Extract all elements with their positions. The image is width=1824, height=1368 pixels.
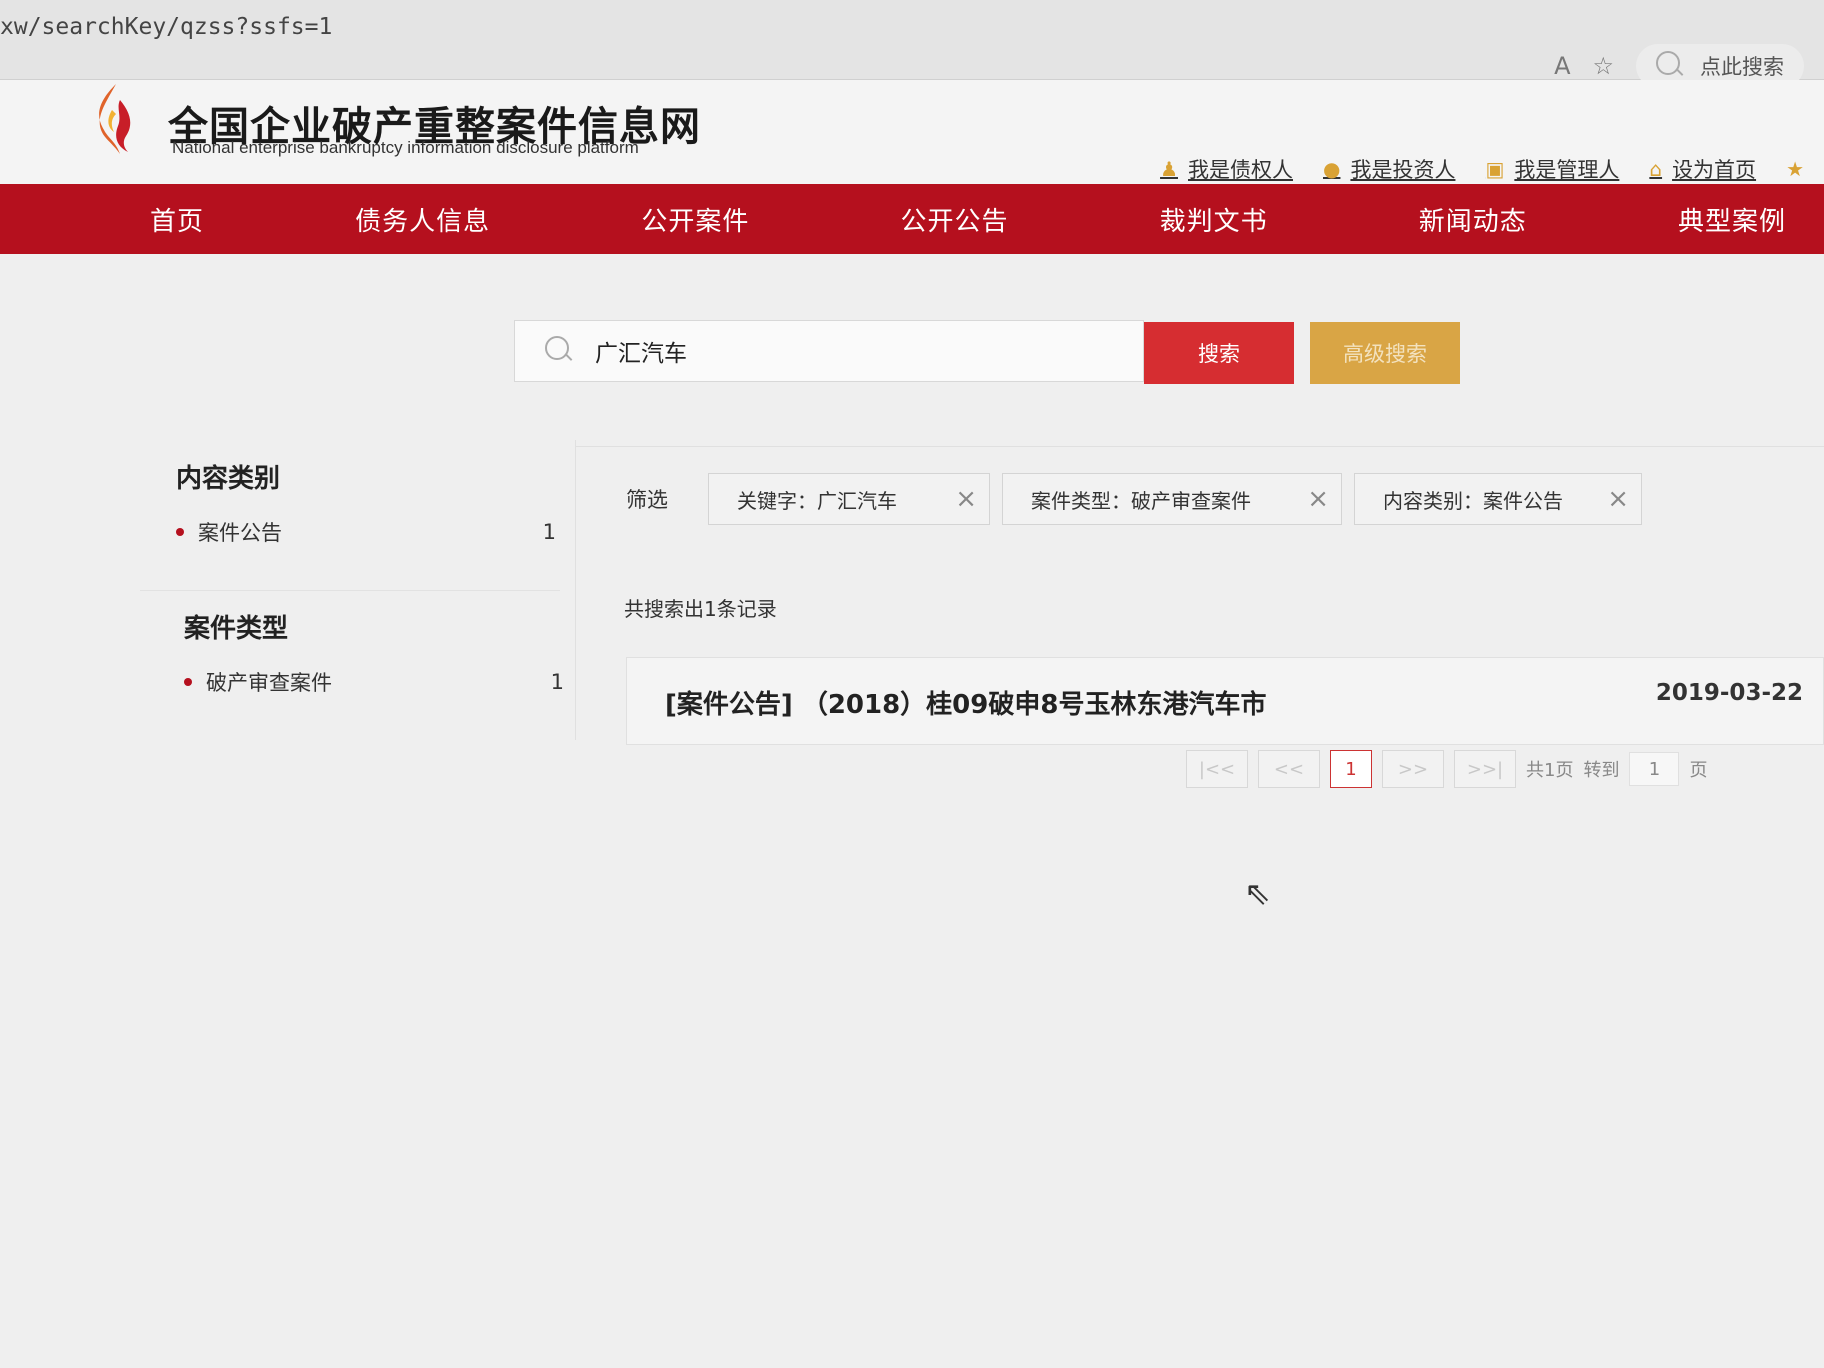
filter-chip-label: 内容类别：案件公告 <box>1383 488 1563 513</box>
filter-chip-case-type: 案件类型：破产审查案件 × <box>1002 473 1342 525</box>
nav-public-notices[interactable]: 公开公告 <box>900 201 1008 238</box>
nav-public-cases[interactable]: 公开案件 <box>641 201 749 238</box>
browser-toolbar: xw/searchKey/qzss?ssfs=1 A ☆ 点此搜索 <box>0 0 1824 88</box>
case-type-facet: 案件类型 破产审查案件 1 <box>184 608 564 697</box>
creditor-link[interactable]: ♟ 我是债权人 <box>1160 154 1293 184</box>
last-page-button[interactable]: >>| <box>1454 750 1516 788</box>
results-panel: 筛选 关键字：广汇汽车 × 案件类型：破产审查案件 × 内容类别：案件公告 × … <box>576 446 1824 766</box>
bullet-icon <box>184 678 192 686</box>
result-date: 2019-03-22 <box>1655 680 1803 706</box>
manager-link-label: 我是管理人 <box>1514 158 1620 182</box>
filter-chip-keyword: 关键字：广汇汽车 × <box>708 473 990 525</box>
total-pages-text: 共1页 <box>1526 760 1574 781</box>
site-logo-icon <box>99 84 131 154</box>
facet-item-label: 破产审查案件 <box>206 671 332 695</box>
filter-chip-label: 案件类型：破产审查案件 <box>1031 488 1251 513</box>
close-icon[interactable]: × <box>1307 484 1329 514</box>
coin-icon: ● <box>1323 157 1341 181</box>
next-page-button[interactable]: >> <box>1382 750 1444 788</box>
filter-label: 筛选 <box>626 488 668 512</box>
filter-chip-content-category: 内容类别：案件公告 × <box>1354 473 1642 525</box>
facet-title: 内容类别 <box>176 464 281 494</box>
search-icon <box>1656 51 1686 81</box>
set-homepage-label: 设为首页 <box>1672 158 1757 182</box>
prev-page-button[interactable]: << <box>1258 750 1320 788</box>
pagination: |<< << 1 >> >>| 共1页 转到 页 <box>1186 750 1707 788</box>
search-box <box>514 320 1144 382</box>
result-title-link[interactable]: [案件公告] （2018）桂09破申8号玉林东港汽车市 <box>665 684 1266 721</box>
bullet-icon <box>176 528 184 536</box>
list-item[interactable]: [案件公告] （2018）桂09破申8号玉林东港汽车市 2019-03-22 <box>626 657 1824 745</box>
search-button[interactable]: 搜索 <box>1144 322 1294 384</box>
mouse-cursor-icon: ⇖ <box>1244 874 1271 912</box>
facet-title: 案件类型 <box>184 614 289 644</box>
nav-typical-cases[interactable]: 典型案例 <box>1678 201 1786 238</box>
facet-item[interactable]: 案件公告 1 <box>176 517 556 547</box>
site-subtitle: National enterprise bankruptcy informati… <box>172 138 639 157</box>
browser-search-placeholder: 点此搜索 <box>1700 55 1784 79</box>
set-homepage-link[interactable]: ⌂ 设为首页 <box>1649 154 1756 184</box>
nav-judgments[interactable]: 裁判文书 <box>1160 201 1268 238</box>
result-count: 共搜索出1条记录 <box>624 597 777 621</box>
main-nav: 首页 债务人信息 公开案件 公开公告 裁判文书 新闻动态 典型案例 <box>0 184 1824 254</box>
nav-home[interactable]: 首页 <box>150 201 204 238</box>
first-page-button[interactable]: |<< <box>1186 750 1248 788</box>
close-icon[interactable]: × <box>1607 484 1629 514</box>
person-icon: ♟ <box>1160 157 1178 181</box>
goto-page-input[interactable] <box>1629 752 1680 786</box>
nav-news[interactable]: 新闻动态 <box>1419 201 1527 238</box>
read-aloud-icon[interactable]: A <box>1554 52 1570 80</box>
facet-sidebar: 内容类别 案件公告 1 案件类型 破产审查案件 1 <box>140 440 576 740</box>
search-input[interactable] <box>595 338 1035 364</box>
facet-item-label: 案件公告 <box>198 521 282 545</box>
search-icon <box>545 336 575 366</box>
advanced-search-button[interactable]: 高级搜索 <box>1310 322 1460 384</box>
home-icon: ⌂ <box>1649 157 1663 181</box>
facet-item-count: 1 <box>550 670 564 694</box>
close-icon[interactable]: × <box>955 484 977 514</box>
favorite-star-icon[interactable]: ☆ <box>1592 52 1614 80</box>
facet-item-count: 1 <box>542 520 556 544</box>
active-filters: 筛选 关键字：广汇汽车 × 案件类型：破产审查案件 × 内容类别：案件公告 × <box>626 473 1642 525</box>
address-bar[interactable]: xw/searchKey/qzss?ssfs=1 <box>0 14 332 40</box>
filter-chip-label: 关键字：广汇汽车 <box>737 488 897 513</box>
investor-link[interactable]: ● 我是投资人 <box>1323 154 1455 184</box>
page-suffix: 页 <box>1689 760 1708 781</box>
facet-item[interactable]: 破产审查案件 1 <box>184 667 564 697</box>
creditor-link-label: 我是债权人 <box>1188 158 1293 182</box>
manager-icon: ▣ <box>1485 157 1505 181</box>
content-category-facet: 内容类别 案件公告 1 <box>176 458 556 547</box>
site-header: 全国企业破产重整案件信息网 National enterprise bankru… <box>0 80 1824 184</box>
goto-text: 转到 <box>1583 760 1620 781</box>
sidebar-divider <box>140 590 560 591</box>
manager-link[interactable]: ▣ 我是管理人 <box>1485 154 1619 184</box>
investor-link-label: 我是投资人 <box>1350 158 1456 182</box>
header-links: ♟ 我是债权人 ● 我是投资人 ▣ 我是管理人 ⌂ 设为首页 ★ <box>1160 154 1804 184</box>
star-icon[interactable]: ★ <box>1786 157 1804 181</box>
nav-debtor-info[interactable]: 债务人信息 <box>355 201 490 238</box>
current-page-button[interactable]: 1 <box>1330 750 1372 788</box>
